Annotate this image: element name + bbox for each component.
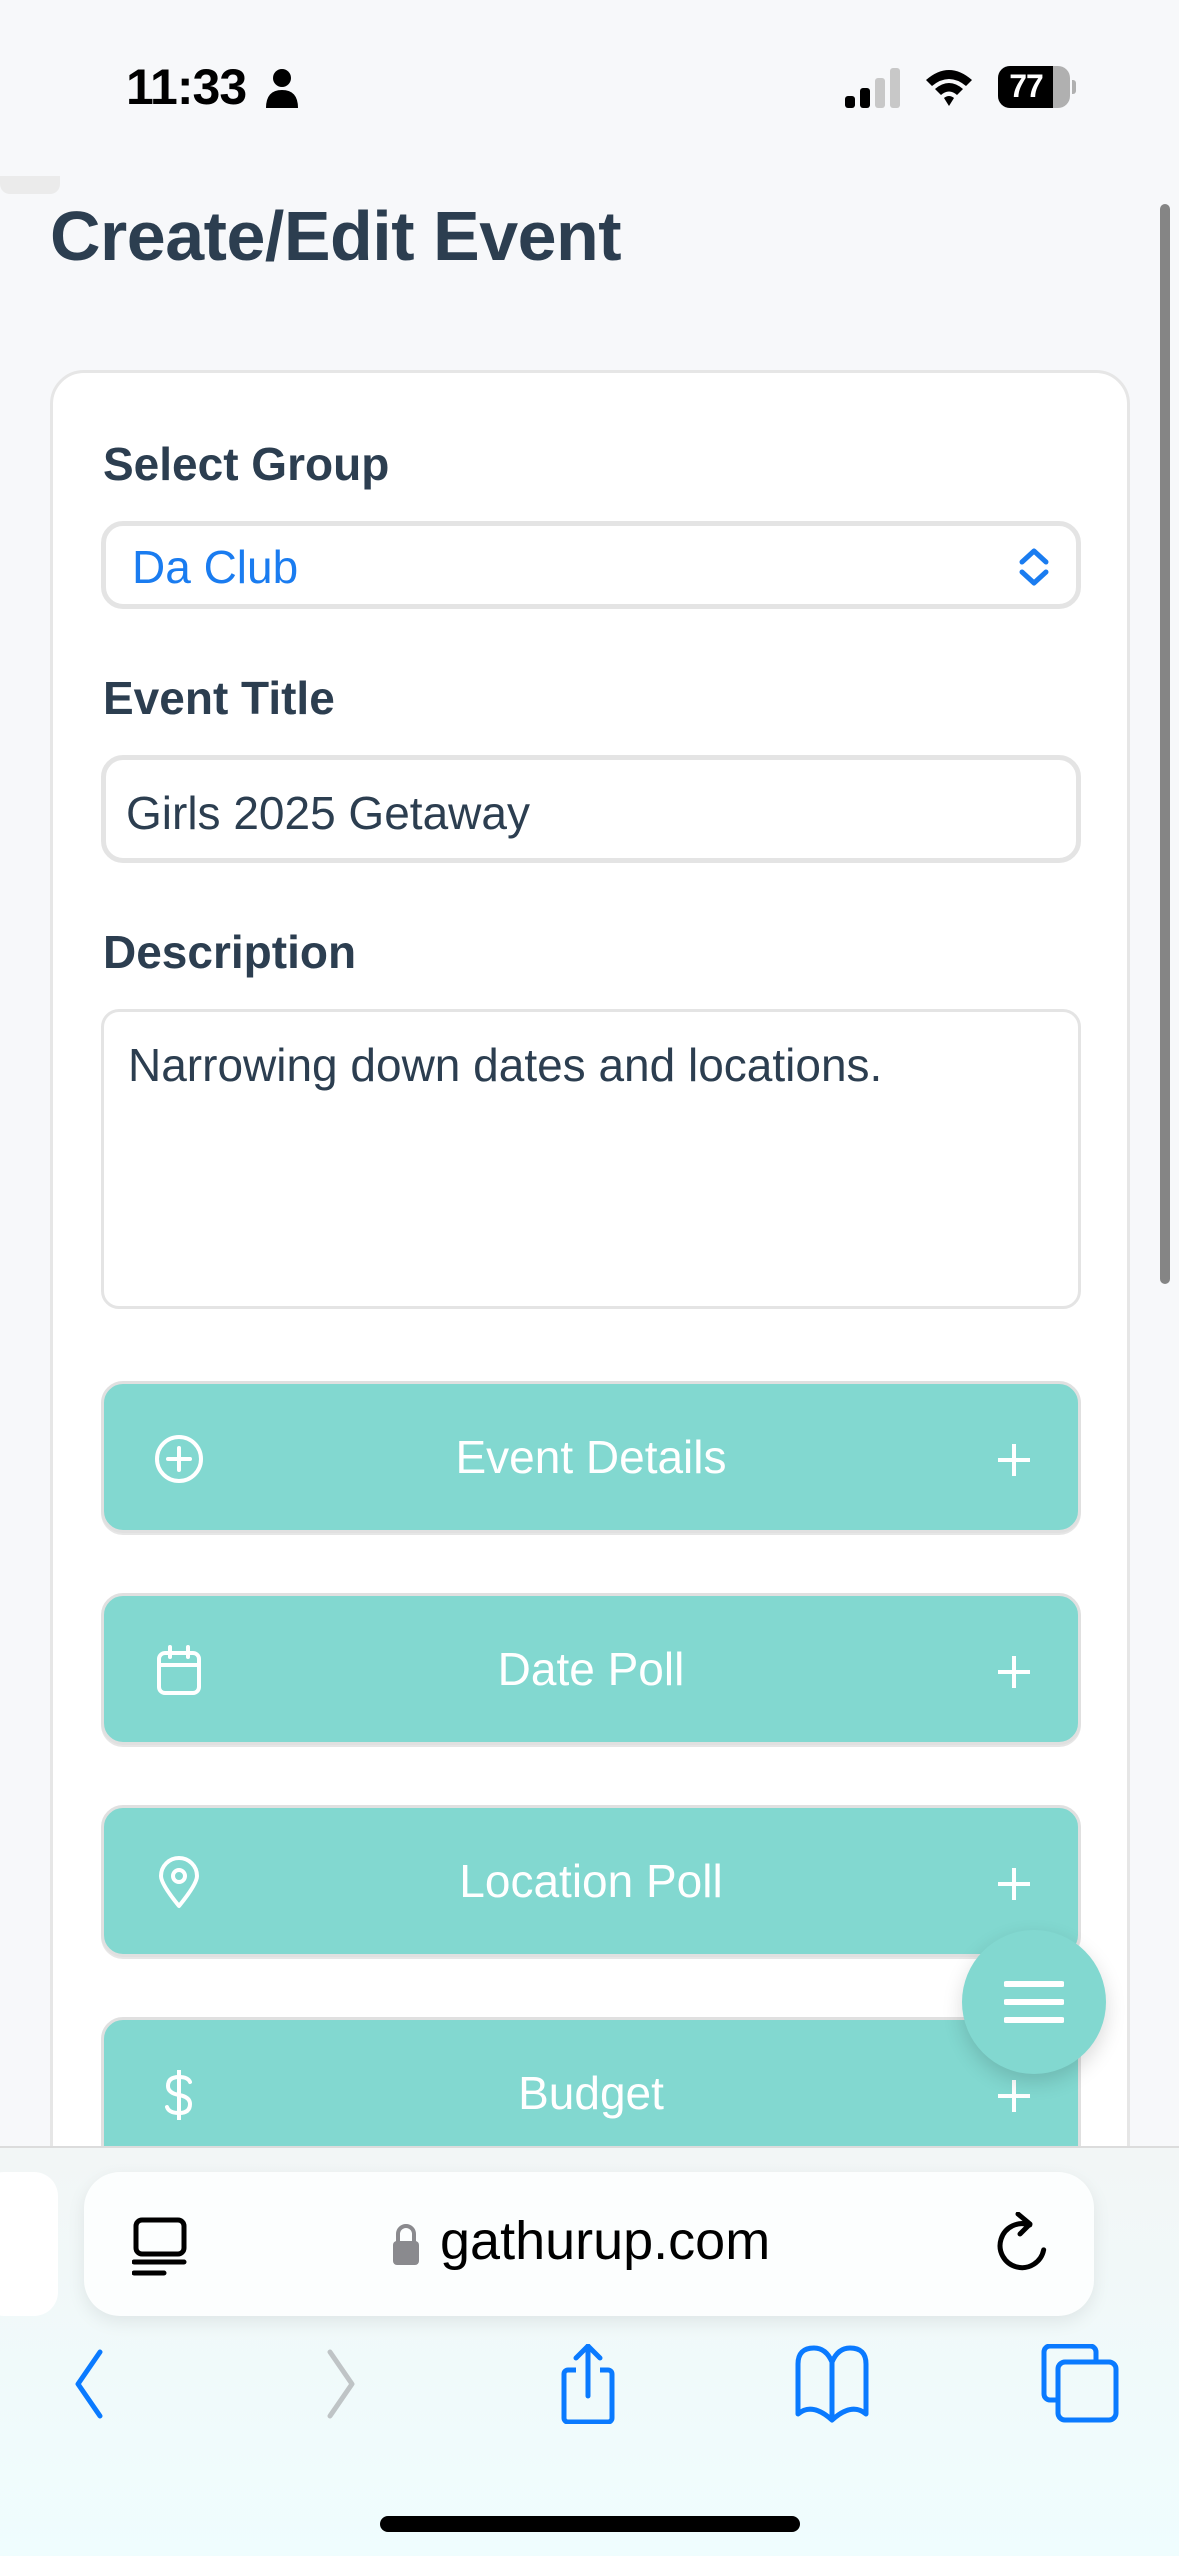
- event-title-label: Event Title: [103, 672, 335, 724]
- battery-percent: 77: [1009, 68, 1044, 104]
- reload-icon[interactable]: [992, 2212, 1052, 2274]
- description-textarea[interactable]: Narrowing down dates and locations.: [101, 1009, 1081, 1309]
- home-indicator[interactable]: [380, 2516, 800, 2532]
- event-title-value: Girls 2025 Getaway: [126, 787, 530, 839]
- status-bar: 11:33 77: [0, 0, 1179, 170]
- expand-plus-icon: [998, 1656, 1030, 1688]
- tabs-icon[interactable]: [1040, 2344, 1120, 2424]
- description-value: Narrowing down dates and locations.: [128, 1039, 883, 1091]
- bookmarks-icon[interactable]: [792, 2344, 872, 2424]
- page-menu-icon[interactable]: [132, 2216, 188, 2278]
- description-label: Description: [103, 926, 357, 978]
- expand-plus-icon: [998, 1444, 1030, 1476]
- share-icon[interactable]: [548, 2344, 628, 2424]
- event-title-input[interactable]: Girls 2025 Getaway: [101, 755, 1081, 863]
- url-text[interactable]: gathurup.com: [440, 2210, 770, 2272]
- page-scrollbar[interactable]: [1160, 204, 1170, 1284]
- menu-icon: [1004, 1981, 1064, 2023]
- battery-icon: 77: [998, 66, 1076, 108]
- status-time: 11:33: [126, 59, 247, 115]
- address-bar[interactable]: gathurup.com: [84, 2172, 1094, 2316]
- page-title: Create/Edit Event: [50, 197, 622, 275]
- back-icon[interactable]: [48, 2344, 128, 2424]
- back-tab-stub: [0, 176, 60, 194]
- event-details-label: Event Details: [455, 1431, 727, 1483]
- group-select[interactable]: Da Club: [101, 521, 1081, 609]
- wifi-icon: [926, 70, 972, 106]
- event-details-button[interactable]: Event Details: [101, 1381, 1081, 1533]
- location-poll-label: Location Poll: [459, 1855, 723, 1907]
- menu-fab-button[interactable]: [962, 1930, 1106, 2074]
- date-poll-label: Date Poll: [497, 1643, 685, 1695]
- chevron-up-down-icon: [1019, 548, 1049, 586]
- budget-label: Budget: [518, 2067, 664, 2119]
- forward-icon[interactable]: [302, 2344, 382, 2424]
- person-icon: [266, 69, 298, 108]
- expand-plus-icon: [998, 1868, 1030, 1900]
- expand-plus-icon: [998, 2080, 1030, 2112]
- date-poll-button[interactable]: Date Poll: [101, 1593, 1081, 1745]
- group-select-value: Da Club: [132, 541, 299, 593]
- select-group-label: Select Group: [103, 438, 390, 490]
- lock-icon: [393, 2224, 419, 2265]
- previous-tab-preview[interactable]: [0, 2172, 58, 2316]
- cellular-signal-icon: [845, 68, 900, 108]
- location-poll-button[interactable]: Location Poll: [101, 1805, 1081, 1957]
